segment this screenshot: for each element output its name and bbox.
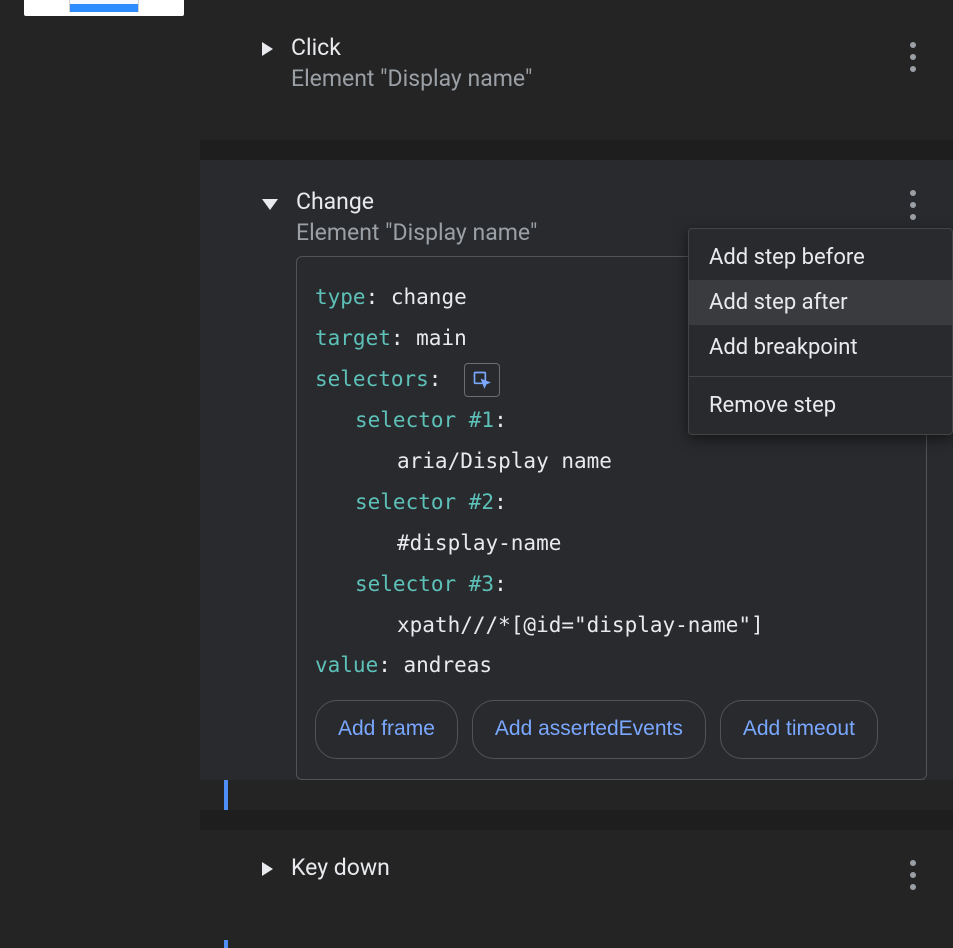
step-keydown: Key down bbox=[200, 830, 953, 940]
step-title: Key down bbox=[291, 854, 390, 881]
menu-add-step-before[interactable]: Add step before bbox=[689, 235, 952, 280]
element-picker-button[interactable] bbox=[464, 363, 500, 397]
step-context-menu: Add step before Add step after Add break… bbox=[688, 228, 953, 435]
expand-icon[interactable] bbox=[262, 862, 273, 876]
collapse-icon[interactable] bbox=[262, 199, 278, 210]
steps-panel: Click Element "Display name" Change Elem… bbox=[200, 0, 953, 948]
screenshot-sidebar bbox=[0, 0, 200, 948]
add-timeout-button[interactable]: Add timeout bbox=[720, 700, 878, 759]
add-frame-button[interactable]: Add frame bbox=[315, 700, 458, 759]
divider bbox=[200, 810, 953, 830]
step-subtitle: Element "Display name" bbox=[291, 65, 532, 92]
screenshot-thumbnail[interactable] bbox=[24, 0, 184, 16]
step-subtitle: Element "Display name" bbox=[296, 219, 537, 246]
prop-value[interactable]: change bbox=[391, 285, 467, 309]
menu-add-breakpoint[interactable]: Add breakpoint bbox=[689, 325, 952, 370]
step-title: Click bbox=[291, 34, 532, 61]
menu-remove-step[interactable]: Remove step bbox=[689, 383, 952, 428]
step-more-button[interactable] bbox=[901, 860, 925, 890]
divider bbox=[200, 140, 953, 160]
step-header[interactable]: Click Element "Display name" bbox=[200, 0, 953, 118]
prop-key: value bbox=[315, 653, 378, 677]
prop-value[interactable]: andreas bbox=[404, 653, 493, 677]
prop-value[interactable]: main bbox=[416, 326, 467, 350]
step-more-button[interactable] bbox=[901, 42, 925, 72]
step-header[interactable]: Key down bbox=[200, 830, 953, 907]
selector-value[interactable]: #display-name bbox=[397, 531, 561, 555]
prop-key: target bbox=[315, 326, 391, 350]
step-click: Click Element "Display name" bbox=[200, 0, 953, 140]
step-more-button[interactable] bbox=[901, 190, 925, 220]
prop-key: type bbox=[315, 285, 366, 309]
prop-key: selectors bbox=[315, 367, 429, 391]
selector-label: selector #1 bbox=[355, 408, 494, 432]
selector-value[interactable]: xpath///*[@id="display-name"] bbox=[397, 613, 764, 637]
selector-label: selector #3 bbox=[355, 572, 494, 596]
step-title: Change bbox=[296, 188, 537, 215]
add-assertedevents-button[interactable]: Add assertedEvents bbox=[472, 700, 706, 759]
menu-divider bbox=[689, 376, 952, 377]
selector-label: selector #2 bbox=[355, 490, 494, 514]
expand-icon[interactable] bbox=[262, 42, 273, 56]
selector-value[interactable]: aria/Display name bbox=[397, 449, 612, 473]
menu-add-step-after[interactable]: Add step after bbox=[689, 280, 952, 325]
